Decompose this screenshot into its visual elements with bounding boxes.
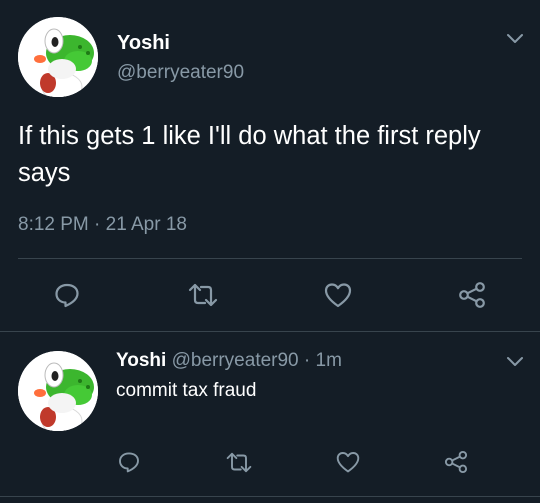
chevron-down-icon[interactable] [506, 33, 524, 45]
avatar[interactable] [18, 351, 98, 431]
retweet-button[interactable] [186, 280, 220, 310]
reply-icon [55, 283, 79, 308]
reply-header: Yoshi @berryeater90 · 1m [116, 350, 342, 372]
retweet-icon [226, 452, 252, 472]
retweet-button[interactable] [224, 449, 254, 475]
tweet-text: If this gets 1 like I'll do what the fir… [18, 122, 481, 187]
like-button[interactable] [322, 280, 354, 310]
like-icon [324, 283, 352, 308]
retweet-icon [188, 283, 218, 307]
like-icon [336, 452, 360, 473]
author-name[interactable]: Yoshi [116, 350, 166, 371]
share-icon [444, 450, 468, 474]
like-button[interactable] [334, 449, 362, 475]
yoshi-avatar-image [18, 17, 98, 97]
divider [0, 331, 540, 332]
tweet-timestamp[interactable]: 8:12 PM · 21 Apr 18 [18, 214, 187, 236]
author-handle-and-time[interactable]: @berryeater90 · 1m [172, 350, 342, 371]
reply-icon [119, 452, 139, 473]
divider [18, 258, 522, 259]
divider [0, 496, 540, 497]
share-button[interactable] [442, 449, 470, 475]
share-icon [459, 282, 485, 308]
yoshi-avatar-image [18, 351, 98, 431]
chevron-down-icon[interactable] [506, 356, 524, 368]
author-name[interactable]: Yoshi [117, 32, 170, 55]
reply-button[interactable] [52, 280, 82, 310]
share-button[interactable] [456, 280, 488, 310]
author-handle[interactable]: @berryeater90 [117, 62, 244, 84]
reply-text: commit tax fraud [116, 380, 257, 401]
reply-button[interactable] [116, 449, 142, 475]
avatar[interactable] [18, 17, 98, 97]
